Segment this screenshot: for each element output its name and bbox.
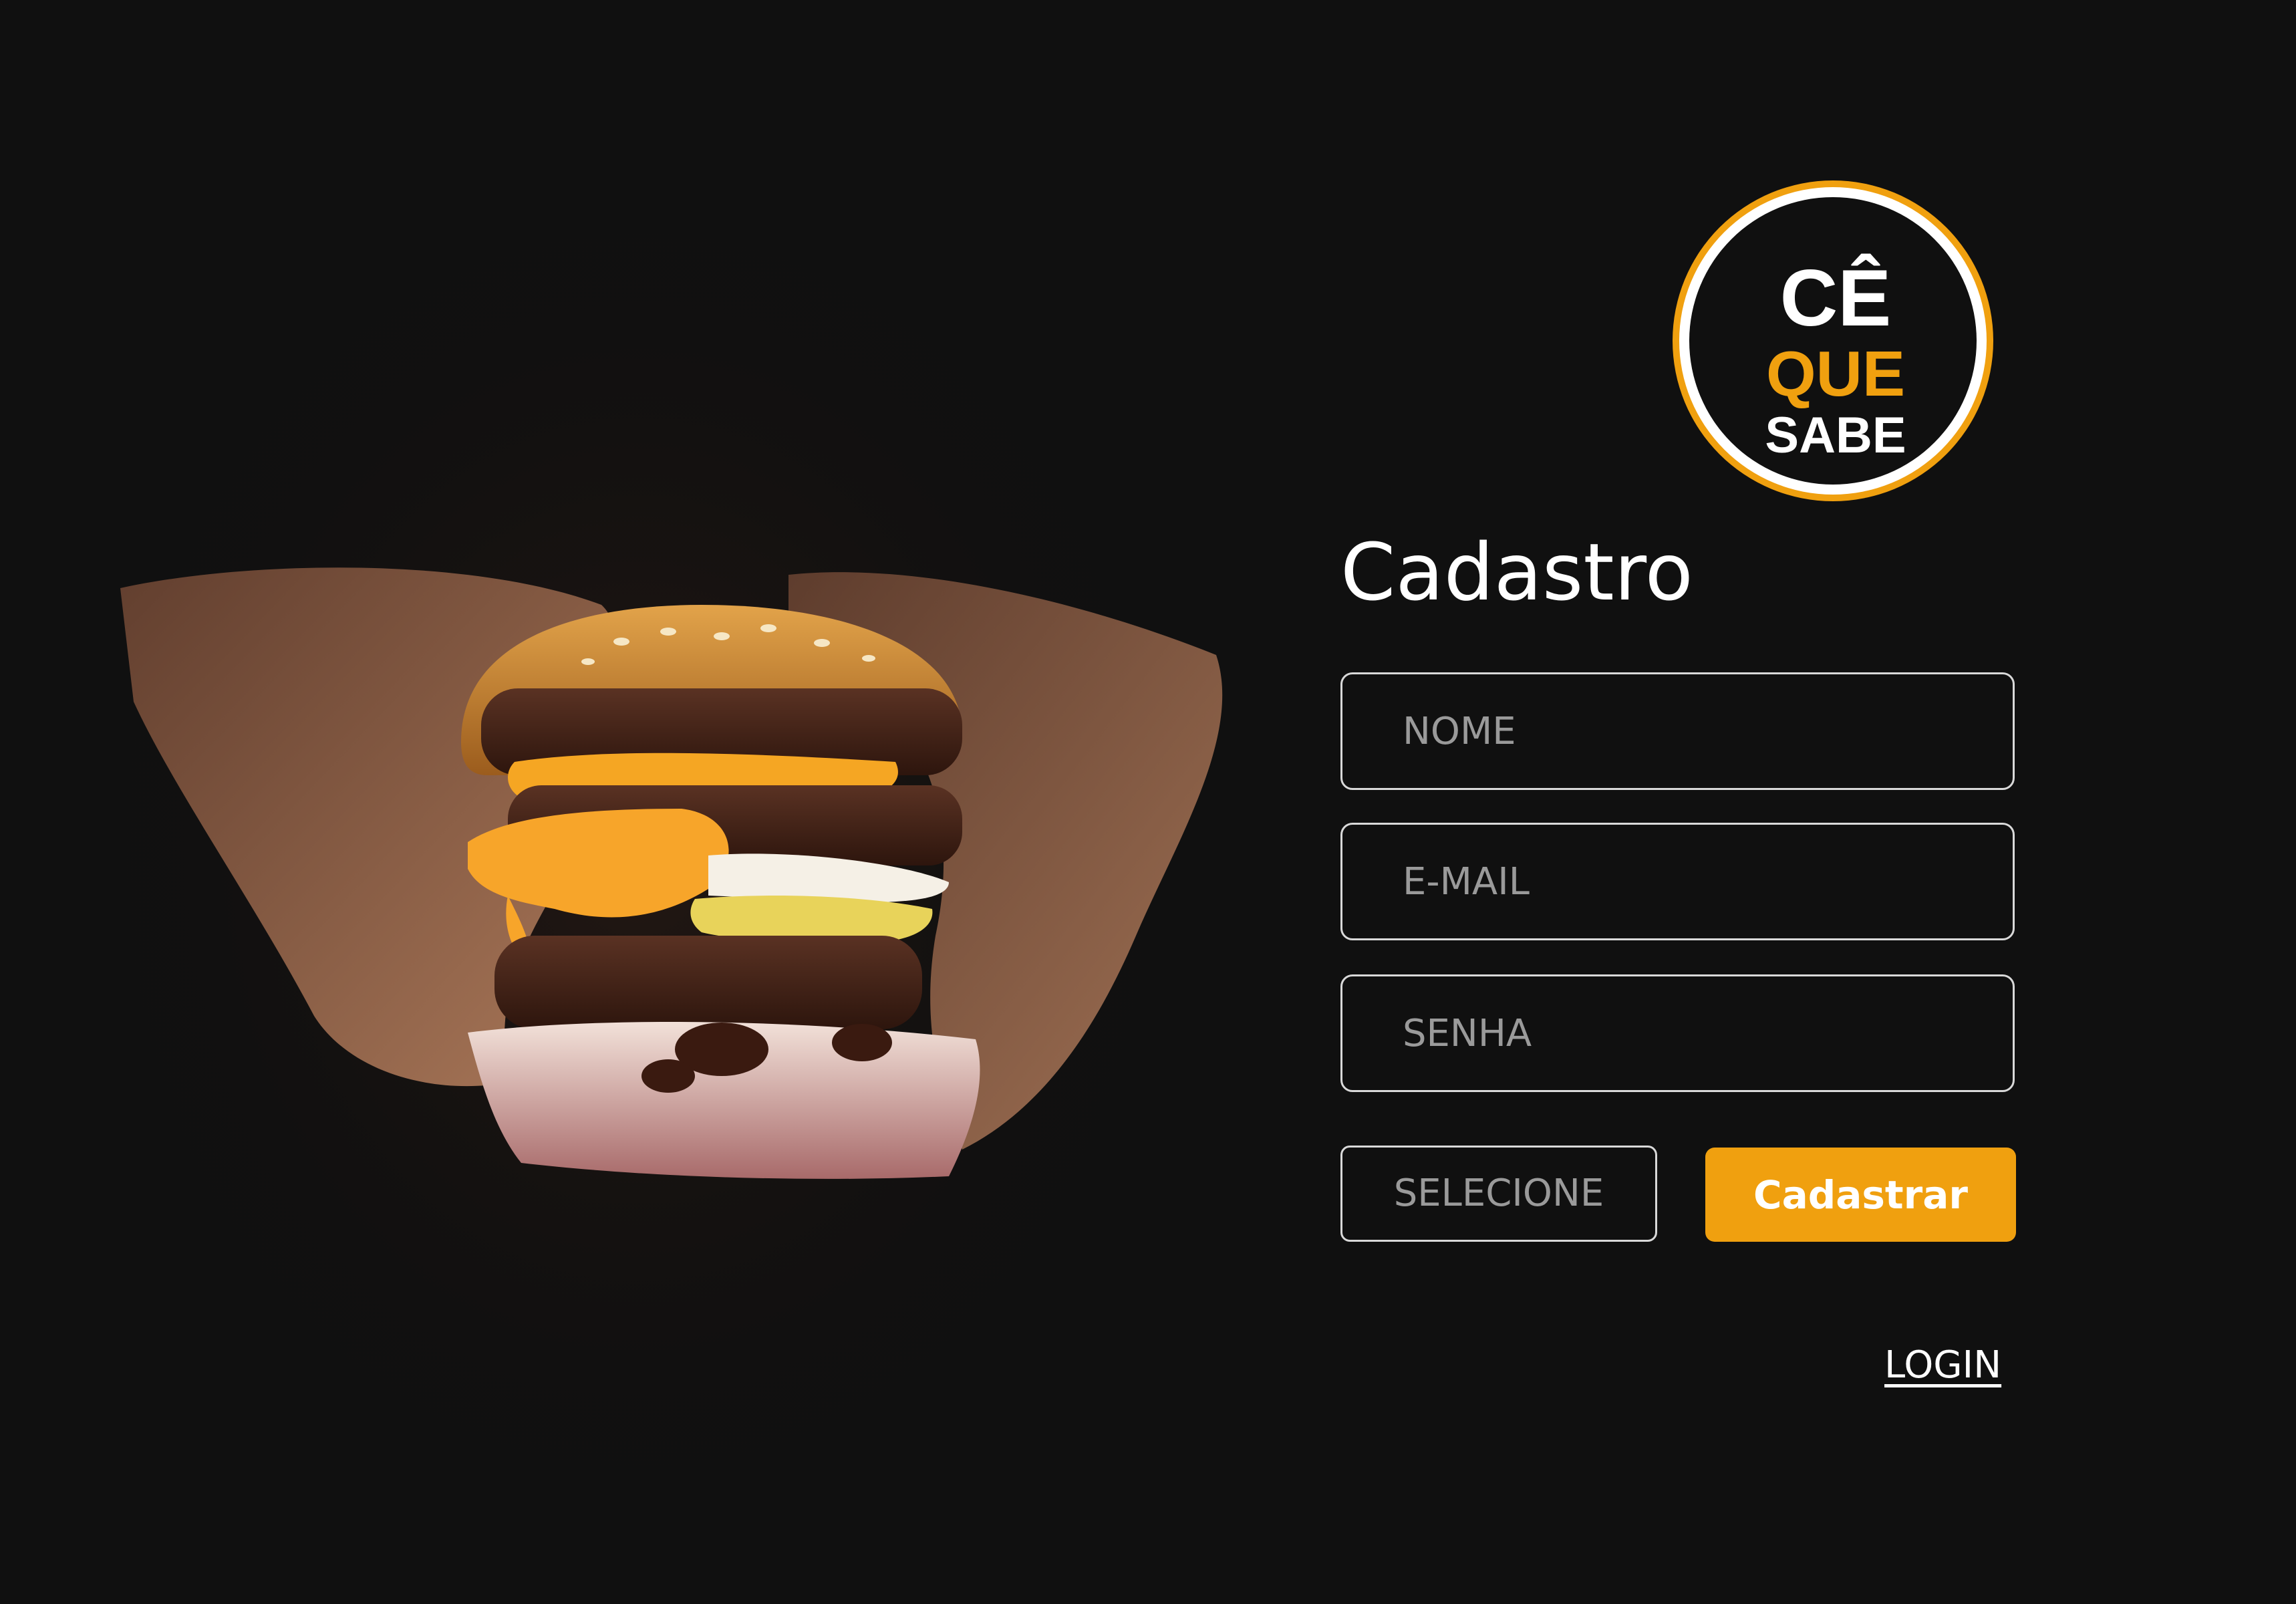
brand-logo-icon: CÊ QUE SABE	[1673, 180, 1993, 501]
page-title: Cadastro	[1340, 526, 1693, 618]
password-input[interactable]	[1340, 974, 2015, 1092]
register-button[interactable]: Cadastrar	[1705, 1148, 2016, 1242]
logo-line-3: SABE	[1765, 407, 1906, 464]
brand-logo: CÊ QUE SABE	[1667, 175, 1999, 507]
logo-line-2: QUE	[1766, 338, 1905, 410]
select-dropdown[interactable]: SELECIONE	[1340, 1146, 1657, 1242]
email-input[interactable]	[1340, 823, 2015, 940]
login-link[interactable]: LOGIN	[1884, 1343, 2001, 1387]
name-input[interactable]	[1340, 672, 2015, 790]
logo-line-1: CÊ	[1780, 253, 1892, 343]
burger-photo	[0, 0, 1330, 1604]
hero-burger-image	[0, 0, 1330, 1604]
